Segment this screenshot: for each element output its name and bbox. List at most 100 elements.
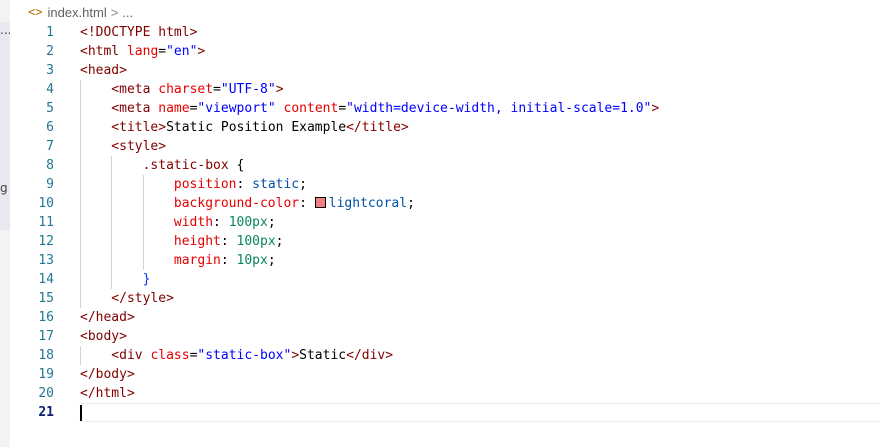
indent-guide xyxy=(80,289,81,308)
code-token: <title> xyxy=(111,120,167,135)
code-line[interactable]: 13 margin: 10px; xyxy=(0,251,880,270)
code-line[interactable]: 6 <title>Static Position Example</title> xyxy=(0,118,880,137)
code-token: charset xyxy=(158,82,214,97)
code-token: "viewport" xyxy=(197,101,276,116)
code-token: 100px xyxy=(236,234,276,249)
code-token: </html> xyxy=(80,386,135,401)
line-number: 5 xyxy=(46,101,54,116)
code-line[interactable]: 16 </head> xyxy=(0,308,880,327)
code-line[interactable]: 3 <head> xyxy=(0,61,880,80)
text-cursor xyxy=(80,405,82,421)
indent-guide xyxy=(111,251,113,270)
code-line[interactable]: 8 .static-box { xyxy=(0,156,880,175)
code-token: : xyxy=(220,234,237,249)
code-text: } xyxy=(143,270,151,289)
code-line[interactable]: 2 <html lang="en"> xyxy=(0,42,880,61)
line-number: 14 xyxy=(38,272,54,287)
line-number: 20 xyxy=(38,386,54,401)
code-token: class xyxy=(150,348,190,363)
code-token: = xyxy=(158,44,167,59)
indent-guide xyxy=(111,232,113,251)
code-line[interactable]: 11 width: 100px; xyxy=(0,213,880,232)
html-file-icon: <> xyxy=(28,5,43,19)
code-text: <meta charset="UTF-8"> xyxy=(111,80,283,99)
code-token: static xyxy=(252,177,300,192)
code-line[interactable]: 9 position: static; xyxy=(0,175,880,194)
code-text: <head> xyxy=(80,61,127,80)
breadcrumb-ellipsis[interactable]: ... xyxy=(122,5,133,20)
code-text: position: static; xyxy=(174,175,307,194)
code-line[interactable]: 1 <!DOCTYPE html> xyxy=(0,23,880,42)
code-line[interactable]: 19 </body> xyxy=(0,365,880,384)
code-token: margin xyxy=(173,253,221,268)
code-text: margin: 10px; xyxy=(174,251,276,270)
indent-guide xyxy=(80,232,81,251)
code-text: <html lang="en"> xyxy=(80,42,205,61)
code-text: </head> xyxy=(80,308,135,327)
line-number: 19 xyxy=(38,367,54,382)
code-token: { xyxy=(236,158,245,173)
line-number: 8 xyxy=(46,158,54,173)
line-number: 7 xyxy=(46,139,54,154)
code-line[interactable]: 14} xyxy=(0,270,880,289)
code-text: .static-box { xyxy=(143,156,245,175)
line-number: 21 xyxy=(38,405,54,420)
code-token: <meta xyxy=(111,101,159,116)
indent-guide xyxy=(80,194,81,213)
code-editor[interactable]: 1 <!DOCTYPE html> 2 <html lang="en"> 3 <head>… xyxy=(0,22,880,447)
code-token: lightcoral xyxy=(328,196,408,211)
code-text: <meta name="viewport" content="width=dev… xyxy=(111,99,659,118)
code-token: = xyxy=(338,101,347,116)
code-token: position xyxy=(173,177,237,192)
code-token: Static Position Example xyxy=(166,120,347,135)
code-token: </body> xyxy=(80,367,135,382)
code-line[interactable]: 10 background-color: lightcoral; xyxy=(0,194,880,213)
indent-guide xyxy=(142,232,144,251)
indent-guide xyxy=(142,175,144,194)
code-line[interactable]: 18 <div class="static-box">Static</div> xyxy=(0,346,880,365)
code-token: <head> xyxy=(80,63,127,78)
code-token: 100px xyxy=(228,215,268,230)
code-line[interactable]: 21 xyxy=(0,403,880,422)
line-number: 17 xyxy=(38,329,54,344)
code-token: <meta xyxy=(111,82,159,97)
code-line[interactable]: 20 </html> xyxy=(0,384,880,403)
chevron-right-icon: > xyxy=(110,4,119,20)
code-text: </body> xyxy=(80,365,135,384)
code-token: "static-box" xyxy=(197,348,292,363)
code-token: content xyxy=(283,101,339,116)
code-token: <body> xyxy=(80,329,127,344)
code-token: ; xyxy=(275,234,284,249)
indent-guide xyxy=(142,194,144,213)
code-line[interactable]: 5 <meta name="viewport" content="width=de… xyxy=(0,99,880,118)
code-text: <body> xyxy=(80,327,127,346)
code-line[interactable]: 17 <body> xyxy=(0,327,880,346)
code-line[interactable]: 15 </style> xyxy=(0,289,880,308)
indent-guide xyxy=(80,118,81,137)
code-text: <style> xyxy=(111,137,166,156)
color-swatch-icon[interactable] xyxy=(314,197,326,208)
code-text: <div class="static-box">Static</div> xyxy=(111,346,393,365)
code-token: </head> xyxy=(80,310,135,325)
code-token: </div> xyxy=(346,348,394,363)
line-number: 18 xyxy=(38,348,54,363)
breadcrumb-file[interactable]: index.html xyxy=(47,5,106,20)
indent-guide xyxy=(111,194,113,213)
code-token: : xyxy=(213,215,229,230)
indent-guide xyxy=(80,156,81,175)
code-line[interactable]: 7 <style> xyxy=(0,137,880,156)
code-text: <title>Static Position Example</title> xyxy=(111,118,408,137)
code-line[interactable]: 4 <meta charset="UTF-8"> xyxy=(0,80,880,99)
code-token: width xyxy=(173,215,214,230)
code-token: ; xyxy=(407,196,415,211)
code-token: background-color xyxy=(173,196,300,211)
code-line[interactable]: 12 height: 100px; xyxy=(0,232,880,251)
code-token: } xyxy=(142,272,151,287)
code-token: "width=device-width, initial-scale=1.0" xyxy=(346,101,652,116)
code-token: Static xyxy=(299,348,347,363)
code-token: > xyxy=(275,82,284,97)
code-token: <style> xyxy=(111,139,167,154)
code-token: : xyxy=(236,177,253,192)
line-number: 16 xyxy=(38,310,54,325)
